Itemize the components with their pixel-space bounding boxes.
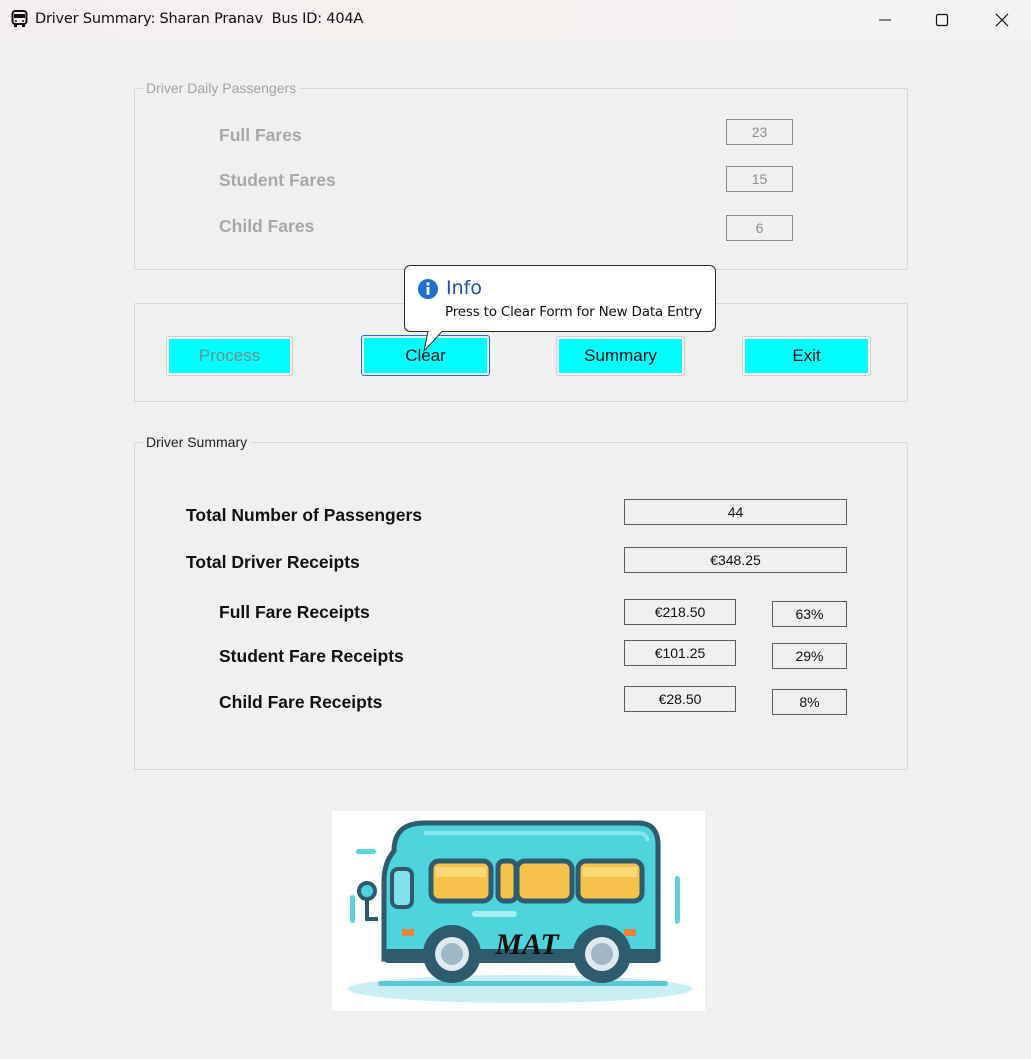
maximize-icon — [935, 13, 949, 26]
total-receipts-label: Total Driver Receipts — [186, 552, 360, 572]
bus-illustration: MAT — [348, 820, 692, 1003]
student-fare-receipts-value: €101.25 — [624, 640, 736, 666]
info-tooltip: Info Press to Clear Form for New Data En… — [404, 265, 716, 353]
exit-button[interactable]: Exit — [745, 339, 868, 373]
info-icon — [418, 279, 438, 299]
total-receipts-value: €348.25 — [624, 547, 847, 573]
logo-text: MAT — [494, 928, 560, 961]
student-fares-label: Student Fares — [219, 170, 336, 190]
student-fares-input[interactable]: 15 — [726, 166, 793, 192]
minimize-button[interactable] — [856, 0, 914, 39]
window-title: Driver Summary: Sharan Pranav Bus ID: 40… — [35, 11, 364, 27]
full-fares-label: Full Fares — [219, 125, 302, 145]
minimize-icon — [879, 19, 891, 20]
tooltip-title: Info — [446, 277, 482, 299]
full-fares-input[interactable]: 23 — [726, 119, 793, 145]
full-fare-receipts-label: Full Fare Receipts — [219, 602, 370, 622]
total-passengers-value: 44 — [624, 499, 847, 525]
process-button[interactable]: Process — [169, 339, 290, 373]
child-fare-receipts-label: Child Fare Receipts — [219, 692, 383, 712]
bus-logo-image: MAT — [332, 811, 705, 1011]
close-button[interactable] — [973, 0, 1031, 39]
full-fare-percent: 63% — [772, 601, 847, 627]
driver-summary-legend: Driver Summary — [143, 434, 251, 450]
student-fare-percent: 29% — [772, 643, 847, 669]
daily-passengers-legend: Driver Daily Passengers — [143, 80, 300, 96]
child-fares-input[interactable]: 6 — [726, 215, 793, 241]
child-fare-percent: 8% — [772, 689, 847, 715]
student-fare-receipts-label: Student Fare Receipts — [219, 646, 404, 666]
total-passengers-label: Total Number of Passengers — [186, 505, 422, 525]
title-bar: Driver Summary: Sharan Pranav Bus ID: 40… — [0, 0, 1031, 39]
child-fare-receipts-value: €28.50 — [624, 686, 736, 712]
child-fares-label: Child Fares — [219, 216, 315, 236]
tooltip-text: Press to Clear Form for New Data Entry — [445, 304, 702, 320]
close-icon — [995, 13, 1009, 26]
maximize-button[interactable] — [913, 0, 971, 39]
full-fare-receipts-value: €218.50 — [624, 599, 736, 625]
bus-icon — [11, 10, 28, 27]
